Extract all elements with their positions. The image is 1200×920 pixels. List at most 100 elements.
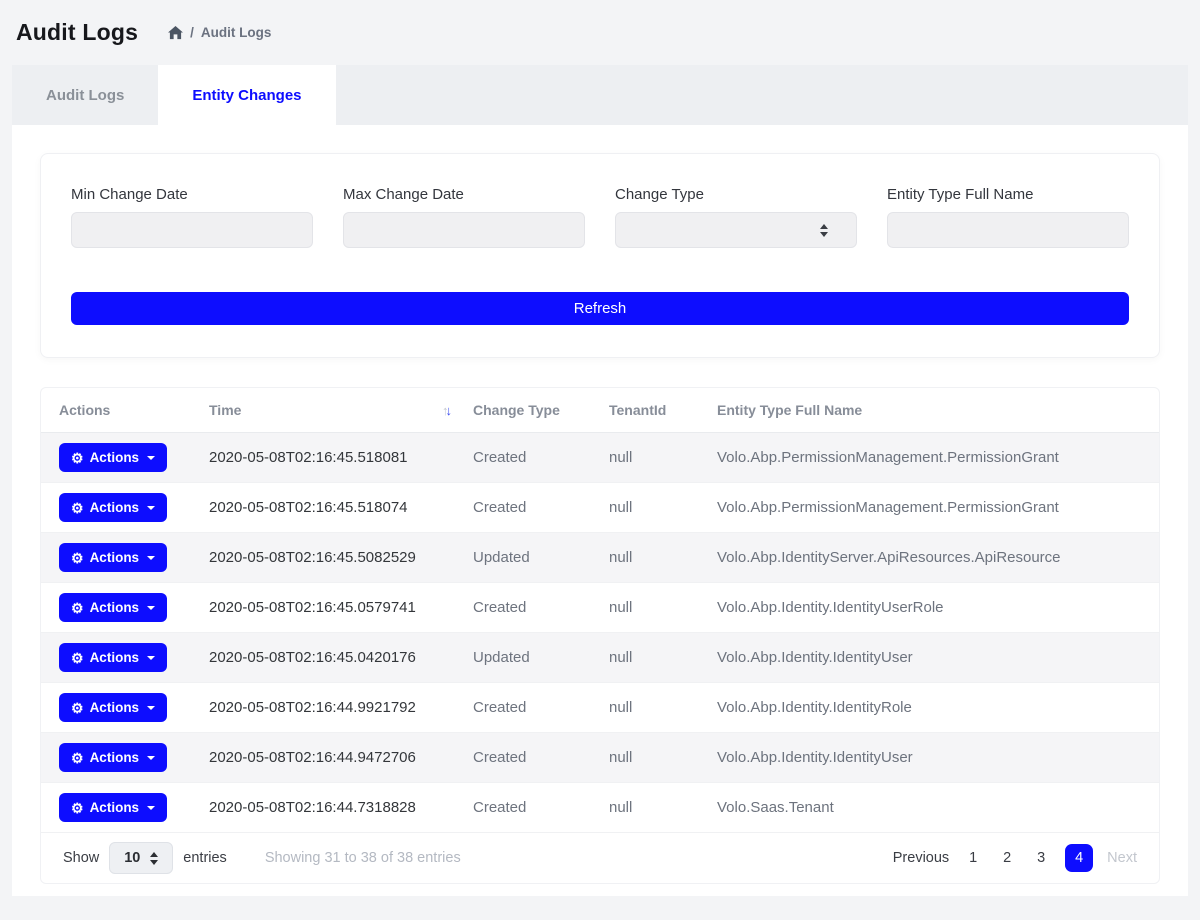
cell-entity-type: Volo.Abp.Identity.IdentityUser: [717, 749, 1159, 766]
actions-button-label: Actions: [90, 700, 140, 715]
row-actions-button[interactable]: ⚙Actions: [59, 643, 167, 672]
row-actions-button[interactable]: ⚙ Actions: [59, 743, 167, 772]
breadcrumb-separator: /: [190, 25, 194, 40]
refresh-button[interactable]: Refresh: [71, 292, 1129, 325]
caret-down-icon: [147, 506, 155, 510]
breadcrumb-current: Audit Logs: [201, 25, 272, 40]
row-actions-button[interactable]: ⚙ Actions: [59, 793, 167, 822]
min-change-date-label: Min Change Date: [71, 186, 313, 203]
cell-entity-type: Volo.Abp.PermissionManagement.Permission…: [717, 499, 1159, 516]
caret-down-icon: [147, 756, 155, 760]
row-actions-button[interactable]: ⚙ Actions: [59, 493, 167, 522]
max-change-date-label: Max Change Date: [343, 186, 585, 203]
table-row: ⚙Actions 2020-05-08T02:16:45.518074 Crea…: [41, 483, 1159, 533]
actions-button-label: Actions: [90, 800, 140, 815]
row-actions-button[interactable]: ⚙ Actions: [59, 693, 167, 722]
breadcrumb: / Audit Logs: [168, 25, 271, 40]
cell-time: 2020-05-08T02:16:45.518081: [209, 449, 473, 466]
gear-icon: ⚙: [71, 501, 84, 515]
tab-audit-logs[interactable]: Audit Logs: [12, 65, 158, 125]
column-header-entity-type: Entity Type Full Name: [717, 402, 1159, 418]
caret-down-icon: [147, 706, 155, 710]
cell-change-type: Created: [473, 699, 609, 716]
cell-change-type: Created: [473, 799, 609, 816]
gear-icon: ⚙: [71, 451, 84, 465]
tab-bar: Audit Logs Entity Changes: [12, 65, 1188, 125]
table-row: ⚙Actions 2020-05-08T02:16:45.0420176 Upd…: [41, 633, 1159, 683]
pagination-page-3[interactable]: 3: [1031, 850, 1051, 866]
cell-tenant-id: null: [609, 549, 717, 566]
column-header-tenant-id: TenantId: [609, 402, 717, 418]
cell-tenant-id: null: [609, 599, 717, 616]
cell-time: 2020-05-08T02:16:45.0579741: [209, 599, 473, 616]
gear-icon: ⚙: [71, 701, 84, 715]
cell-time: 2020-05-08T02:16:45.0420176: [209, 649, 473, 666]
cell-time: 2020-05-08T02:16:45.5082529: [209, 549, 473, 566]
showing-entries-text: Showing 31 to 38 of 38 entries: [265, 850, 461, 866]
cell-change-type: Updated: [473, 549, 609, 566]
pagination-page-2[interactable]: 2: [997, 850, 1017, 866]
pagination-page-1[interactable]: 1: [963, 850, 983, 866]
gear-icon: ⚙: [71, 801, 84, 815]
actions-button-label: Actions: [90, 750, 140, 765]
row-actions-button[interactable]: ⚙ Actions: [59, 593, 167, 622]
change-type-label: Change Type: [615, 186, 857, 203]
actions-button-label: Actions: [90, 550, 140, 565]
cell-time: 2020-05-08T02:16:44.9921792: [209, 699, 473, 716]
row-actions-button[interactable]: ⚙ Actions: [59, 543, 167, 572]
gear-icon: ⚙: [71, 551, 84, 565]
max-change-date-input[interactable]: [343, 212, 585, 248]
table-row: ⚙Actions 2020-05-08T02:16:44.9472706 Cre…: [41, 733, 1159, 783]
cell-entity-type: Volo.Abp.PermissionManagement.Permission…: [717, 449, 1159, 466]
filter-entity-type-full-name: Entity Type Full Name: [887, 186, 1129, 248]
gear-icon: ⚙: [71, 651, 84, 665]
cell-entity-type: Volo.Abp.Identity.IdentityUserRole: [717, 599, 1159, 616]
cell-change-type: Created: [473, 599, 609, 616]
caret-down-icon: [147, 806, 155, 810]
cell-tenant-id: null: [609, 499, 717, 516]
sort-icon[interactable]: ↑↓: [442, 403, 449, 418]
cell-time: 2020-05-08T02:16:44.9472706: [209, 749, 473, 766]
table-row: ⚙ Actions 2020-05-08T02:16:45.0579741 Cre…: [41, 583, 1159, 633]
pagination-previous[interactable]: Previous: [893, 850, 949, 866]
cell-tenant-id: null: [609, 749, 717, 766]
tab-content-panel: Min Change Date Max Change Date Change T…: [12, 125, 1188, 896]
gear-icon: ⚙: [71, 751, 84, 765]
select-arrows-icon: [150, 852, 158, 865]
tab-entity-changes[interactable]: Entity Changes: [158, 65, 335, 125]
column-header-time-label: Time: [209, 402, 241, 418]
caret-down-icon: [147, 456, 155, 460]
entity-type-full-name-label: Entity Type Full Name: [887, 186, 1129, 203]
column-header-change-type: Change Type: [473, 402, 609, 418]
actions-button-label: Actions: [90, 450, 140, 465]
caret-down-icon: [147, 606, 155, 610]
actions-button-label: Actions: [90, 600, 140, 615]
change-type-select[interactable]: [615, 212, 857, 248]
cell-entity-type: Volo.Abp.IdentityServer.ApiResources.Api…: [717, 549, 1159, 566]
cell-tenant-id: null: [609, 649, 717, 666]
entity-type-full-name-input[interactable]: [887, 212, 1129, 248]
cell-time: 2020-05-08T02:16:45.518074: [209, 499, 473, 516]
top-header: Audit Logs / Audit Logs: [0, 0, 1200, 65]
column-header-actions: Actions: [59, 402, 209, 418]
cell-entity-type: Volo.Abp.Identity.IdentityUser: [717, 649, 1159, 666]
cell-entity-type: Volo.Abp.Identity.IdentityRole: [717, 699, 1159, 716]
filter-change-type: Change Type: [615, 186, 857, 248]
table-row: ⚙ Actions 2020-05-08T02:16:45.5082529 Upd…: [41, 533, 1159, 583]
pagination: Previous 1 2 3 4 Next: [893, 844, 1137, 872]
actions-button-label: Actions: [90, 500, 140, 515]
page-size-select[interactable]: 10: [109, 842, 173, 874]
table-header-row: Actions Time ↑↓ Change Type TenantId Ent…: [41, 388, 1159, 433]
cell-tenant-id: null: [609, 449, 717, 466]
column-header-time[interactable]: Time ↑↓: [209, 402, 473, 418]
gear-icon: ⚙: [71, 601, 84, 615]
page-size-value: 10: [124, 850, 140, 866]
pagination-next[interactable]: Next: [1107, 850, 1137, 866]
min-change-date-input[interactable]: [71, 212, 313, 248]
entries-label: entries: [183, 850, 227, 866]
home-icon[interactable]: [168, 26, 183, 40]
row-actions-button[interactable]: ⚙ Actions: [59, 443, 167, 472]
filter-card: Min Change Date Max Change Date Change T…: [40, 153, 1160, 358]
caret-down-icon: [147, 556, 155, 560]
pagination-page-4-active[interactable]: 4: [1065, 844, 1093, 872]
